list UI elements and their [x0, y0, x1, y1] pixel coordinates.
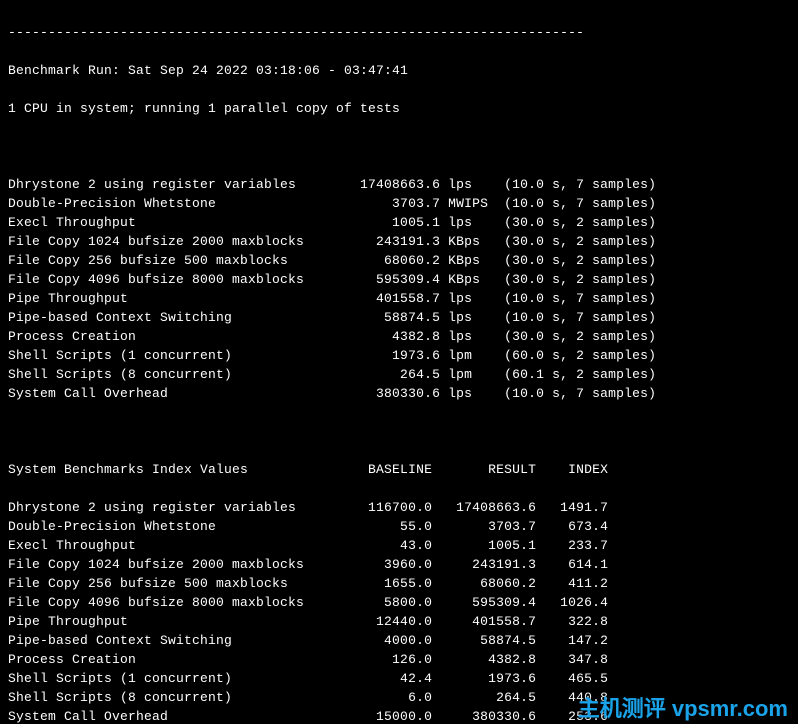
index-row: Pipe-based Context Switching 4000.0 5887…: [8, 631, 790, 650]
result-row: File Copy 1024 bufsize 2000 maxblocks 24…: [8, 232, 790, 251]
result-row: File Copy 4096 bufsize 8000 maxblocks 59…: [8, 270, 790, 289]
result-row: Execl Throughput 1005.1 lps (30.0 s, 2 s…: [8, 213, 790, 232]
index-row: Execl Throughput 43.0 1005.1 233.7: [8, 536, 790, 555]
result-row: Shell Scripts (1 concurrent) 1973.6 lpm …: [8, 346, 790, 365]
separator: ----------------------------------------…: [8, 23, 790, 42]
index-row: Process Creation 126.0 4382.8 347.8: [8, 650, 790, 669]
index-row: File Copy 256 bufsize 500 maxblocks 1655…: [8, 574, 790, 593]
result-row: Pipe Throughput 401558.7 lps (10.0 s, 7 …: [8, 289, 790, 308]
result-row: File Copy 256 bufsize 500 maxblocks 6806…: [8, 251, 790, 270]
index-block: Dhrystone 2 using register variables 116…: [8, 498, 790, 724]
blank-line: [8, 137, 790, 156]
result-row: Shell Scripts (8 concurrent) 264.5 lpm (…: [8, 365, 790, 384]
index-row: Pipe Throughput 12440.0 401558.7 322.8: [8, 612, 790, 631]
result-row: Dhrystone 2 using register variables 174…: [8, 175, 790, 194]
terminal-output: ----------------------------------------…: [0, 0, 798, 724]
watermark: 主机测评 vpsmr.com: [578, 699, 788, 718]
result-row: Process Creation 4382.8 lps (30.0 s, 2 s…: [8, 327, 790, 346]
index-header-row: System Benchmarks Index Values BASELINE …: [8, 460, 790, 479]
index-row: Dhrystone 2 using register variables 116…: [8, 498, 790, 517]
result-row: Pipe-based Context Switching 58874.5 lps…: [8, 308, 790, 327]
index-row: File Copy 4096 bufsize 8000 maxblocks 58…: [8, 593, 790, 612]
cpu-line: 1 CPU in system; running 1 parallel copy…: [8, 99, 790, 118]
index-row: Double-Precision Whetstone 55.0 3703.7 6…: [8, 517, 790, 536]
benchmark-run-line: Benchmark Run: Sat Sep 24 2022 03:18:06 …: [8, 61, 790, 80]
index-row: File Copy 1024 bufsize 2000 maxblocks 39…: [8, 555, 790, 574]
result-row: System Call Overhead 380330.6 lps (10.0 …: [8, 384, 790, 403]
blank-line: [8, 422, 790, 441]
result-row: Double-Precision Whetstone 3703.7 MWIPS …: [8, 194, 790, 213]
index-row: Shell Scripts (1 concurrent) 42.4 1973.6…: [8, 669, 790, 688]
results-block: Dhrystone 2 using register variables 174…: [8, 175, 790, 403]
